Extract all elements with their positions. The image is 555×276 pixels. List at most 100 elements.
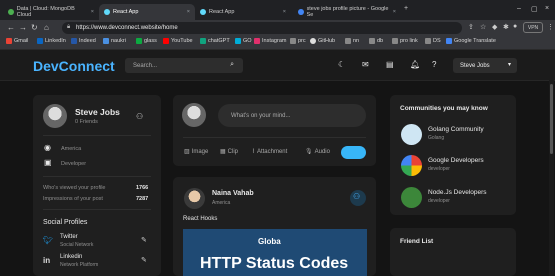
window-close-icon[interactable]: × <box>545 5 549 12</box>
close-icon[interactable]: × <box>91 9 94 15</box>
twitter-name[interactable]: Twitter <box>60 234 78 240</box>
menu-icon[interactable]: ⋮ <box>547 23 554 31</box>
add-friend-button[interactable]: ⚇ <box>350 190 366 206</box>
attachment-option[interactable]: ⌇ Attachment <box>252 148 287 156</box>
bookmark-gmail[interactable]: Gmail <box>6 38 28 44</box>
bookmark-chatgpt[interactable]: chatGPT <box>200 38 230 44</box>
naukri-icon <box>103 38 109 44</box>
chevron-down-icon: ▾ <box>507 62 511 68</box>
post-input[interactable]: What's on your mind... <box>218 104 366 127</box>
back-icon[interactable]: ← <box>7 23 15 32</box>
edit-pencil-icon[interactable]: ✎ <box>141 236 147 244</box>
google-developers-logo-icon <box>401 155 422 176</box>
forward-icon[interactable]: → <box>19 23 27 32</box>
new-tab-icon[interactable]: + <box>404 5 408 12</box>
translate-icon <box>446 38 452 44</box>
folder-icon <box>425 38 431 44</box>
bookmark-nn[interactable]: nn <box>345 38 359 44</box>
friends-count: 0 Friends <box>75 119 98 125</box>
manage-user-icon[interactable]: ⚇ <box>136 112 143 121</box>
tab-mongodb[interactable]: Data | Cloud: MongoDB Cloud × <box>3 4 99 20</box>
community-sub: developer <box>428 166 450 172</box>
reload-icon[interactable]: ↻ <box>31 23 38 32</box>
divider <box>43 209 151 210</box>
close-icon[interactable]: × <box>393 9 396 15</box>
dark-mode-icon[interactable]: ☾ <box>338 60 345 69</box>
share-icon[interactable]: ⇪ <box>468 23 474 31</box>
folder-icon <box>392 38 398 44</box>
linkedin-icon: in <box>43 256 51 265</box>
tab-react-app-active[interactable]: React App × <box>99 4 195 20</box>
occupation-text: Developer <box>61 161 87 167</box>
bookmark-prc[interactable]: prc <box>290 38 306 44</box>
youtube-icon <box>163 38 169 44</box>
community-name[interactable]: Node.Js Developers <box>428 189 487 196</box>
help-icon[interactable]: ? <box>432 60 436 69</box>
bookmark-github[interactable]: GitHub <box>310 38 335 44</box>
url-text: https://www.devconnect.website/home <box>76 25 178 31</box>
author-name[interactable]: Naina Vahab <box>212 190 254 197</box>
avatar[interactable] <box>43 104 67 128</box>
profile-name[interactable]: Steve Jobs <box>75 107 120 117</box>
bookmark-pro-link[interactable]: pro link <box>392 38 418 44</box>
chat-icon[interactable]: ▤ <box>386 60 394 69</box>
bookmark-instagram[interactable]: Instagram <box>254 38 286 44</box>
nodejs-logo-icon <box>401 187 422 208</box>
avatar[interactable] <box>182 103 206 127</box>
bookmark-indeed[interactable]: Indeed <box>71 38 96 44</box>
minimize-icon[interactable]: – <box>517 5 521 12</box>
author-avatar[interactable] <box>184 188 205 209</box>
tab-react-app[interactable]: React App × <box>195 4 291 20</box>
post-button[interactable] <box>341 146 366 159</box>
scrollbar[interactable] <box>549 80 554 276</box>
viewed-label: Who's viewed your profile <box>43 185 106 191</box>
community-name[interactable]: Golang Community <box>428 126 484 133</box>
attachment-icon: ⌇ <box>252 149 255 155</box>
bookmark-linkedin[interactable]: LinkedIn <box>37 38 66 44</box>
scrollbar-thumb[interactable] <box>550 84 553 154</box>
banner-title: HTTP Status Codes <box>200 255 349 272</box>
search-icon[interactable]: ⌕ <box>230 61 234 69</box>
tab-google-search[interactable]: steve jobs profile picture - Google Se × <box>293 4 401 20</box>
linkedin-name[interactable]: Linkedin <box>60 254 82 260</box>
communities-card: Communities you may know Golang Communit… <box>390 95 516 215</box>
user-menu-button[interactable]: Steve Jobs ▾ <box>453 58 517 73</box>
edit-pencil-icon[interactable]: ✎ <box>141 256 147 264</box>
close-icon[interactable]: × <box>283 9 286 15</box>
bookmark-naukri[interactable]: naukri <box>103 38 126 44</box>
chatgpt-icon <box>200 38 206 44</box>
community-sub: developer <box>428 198 450 204</box>
notification-bell-icon[interactable]: 🔔︎ <box>410 60 420 69</box>
image-option[interactable]: ▨ Image <box>184 148 208 156</box>
briefcase-icon: ▣ <box>44 158 52 167</box>
close-icon[interactable]: × <box>187 9 190 15</box>
bookmark-star-icon[interactable]: ☆ <box>480 23 486 31</box>
extension-icon[interactable]: ◆ <box>492 23 497 31</box>
tab-label: Data | Cloud: MongoDB Cloud <box>16 6 75 18</box>
maximize-icon[interactable]: ▢ <box>531 5 538 13</box>
clip-option[interactable]: ▦ Clip <box>220 148 238 156</box>
address-bar[interactable]: 🔒︎ https://www.devconnect.website/home <box>62 22 462 34</box>
app-logo[interactable]: DevConnect <box>33 58 115 74</box>
bookmark-go[interactable]: GO <box>235 38 252 44</box>
profile-card: Steve Jobs 0 Friends ⚇ ◉ America ▣ Devel… <box>33 95 161 276</box>
community-name[interactable]: Google Developers <box>428 157 484 164</box>
post-image[interactable]: Globa HTTP Status Codes <box>183 229 367 276</box>
communities-title: Communities you may know <box>400 105 488 112</box>
app-navbar: DevConnect Search... ⌕ ☾ ✉ ▤ 🔔︎ ? Steve … <box>0 50 555 81</box>
bookmark-google-translate[interactable]: Google Translate <box>446 38 496 44</box>
react-icon <box>104 9 110 15</box>
vpn-button[interactable]: VPN <box>523 22 543 33</box>
bookmark-glass[interactable]: glass <box>136 38 157 44</box>
glassdoor-icon <box>136 38 142 44</box>
puzzle-icon[interactable]: ✱ <box>503 23 509 31</box>
search-input[interactable]: Search... ⌕ <box>125 58 243 73</box>
message-icon[interactable]: ✉ <box>362 60 369 69</box>
audio-option[interactable]: 🎙︎ Audio <box>305 148 330 156</box>
profile-icon[interactable]: ● <box>513 23 517 30</box>
bookmark-ds[interactable]: DS <box>425 38 441 44</box>
bookmark-db[interactable]: db <box>369 38 383 44</box>
bookmark-youtube[interactable]: YouTube <box>163 38 193 44</box>
home-icon[interactable]: ⌂ <box>44 23 49 32</box>
impressions-count: 7287 <box>136 196 149 202</box>
